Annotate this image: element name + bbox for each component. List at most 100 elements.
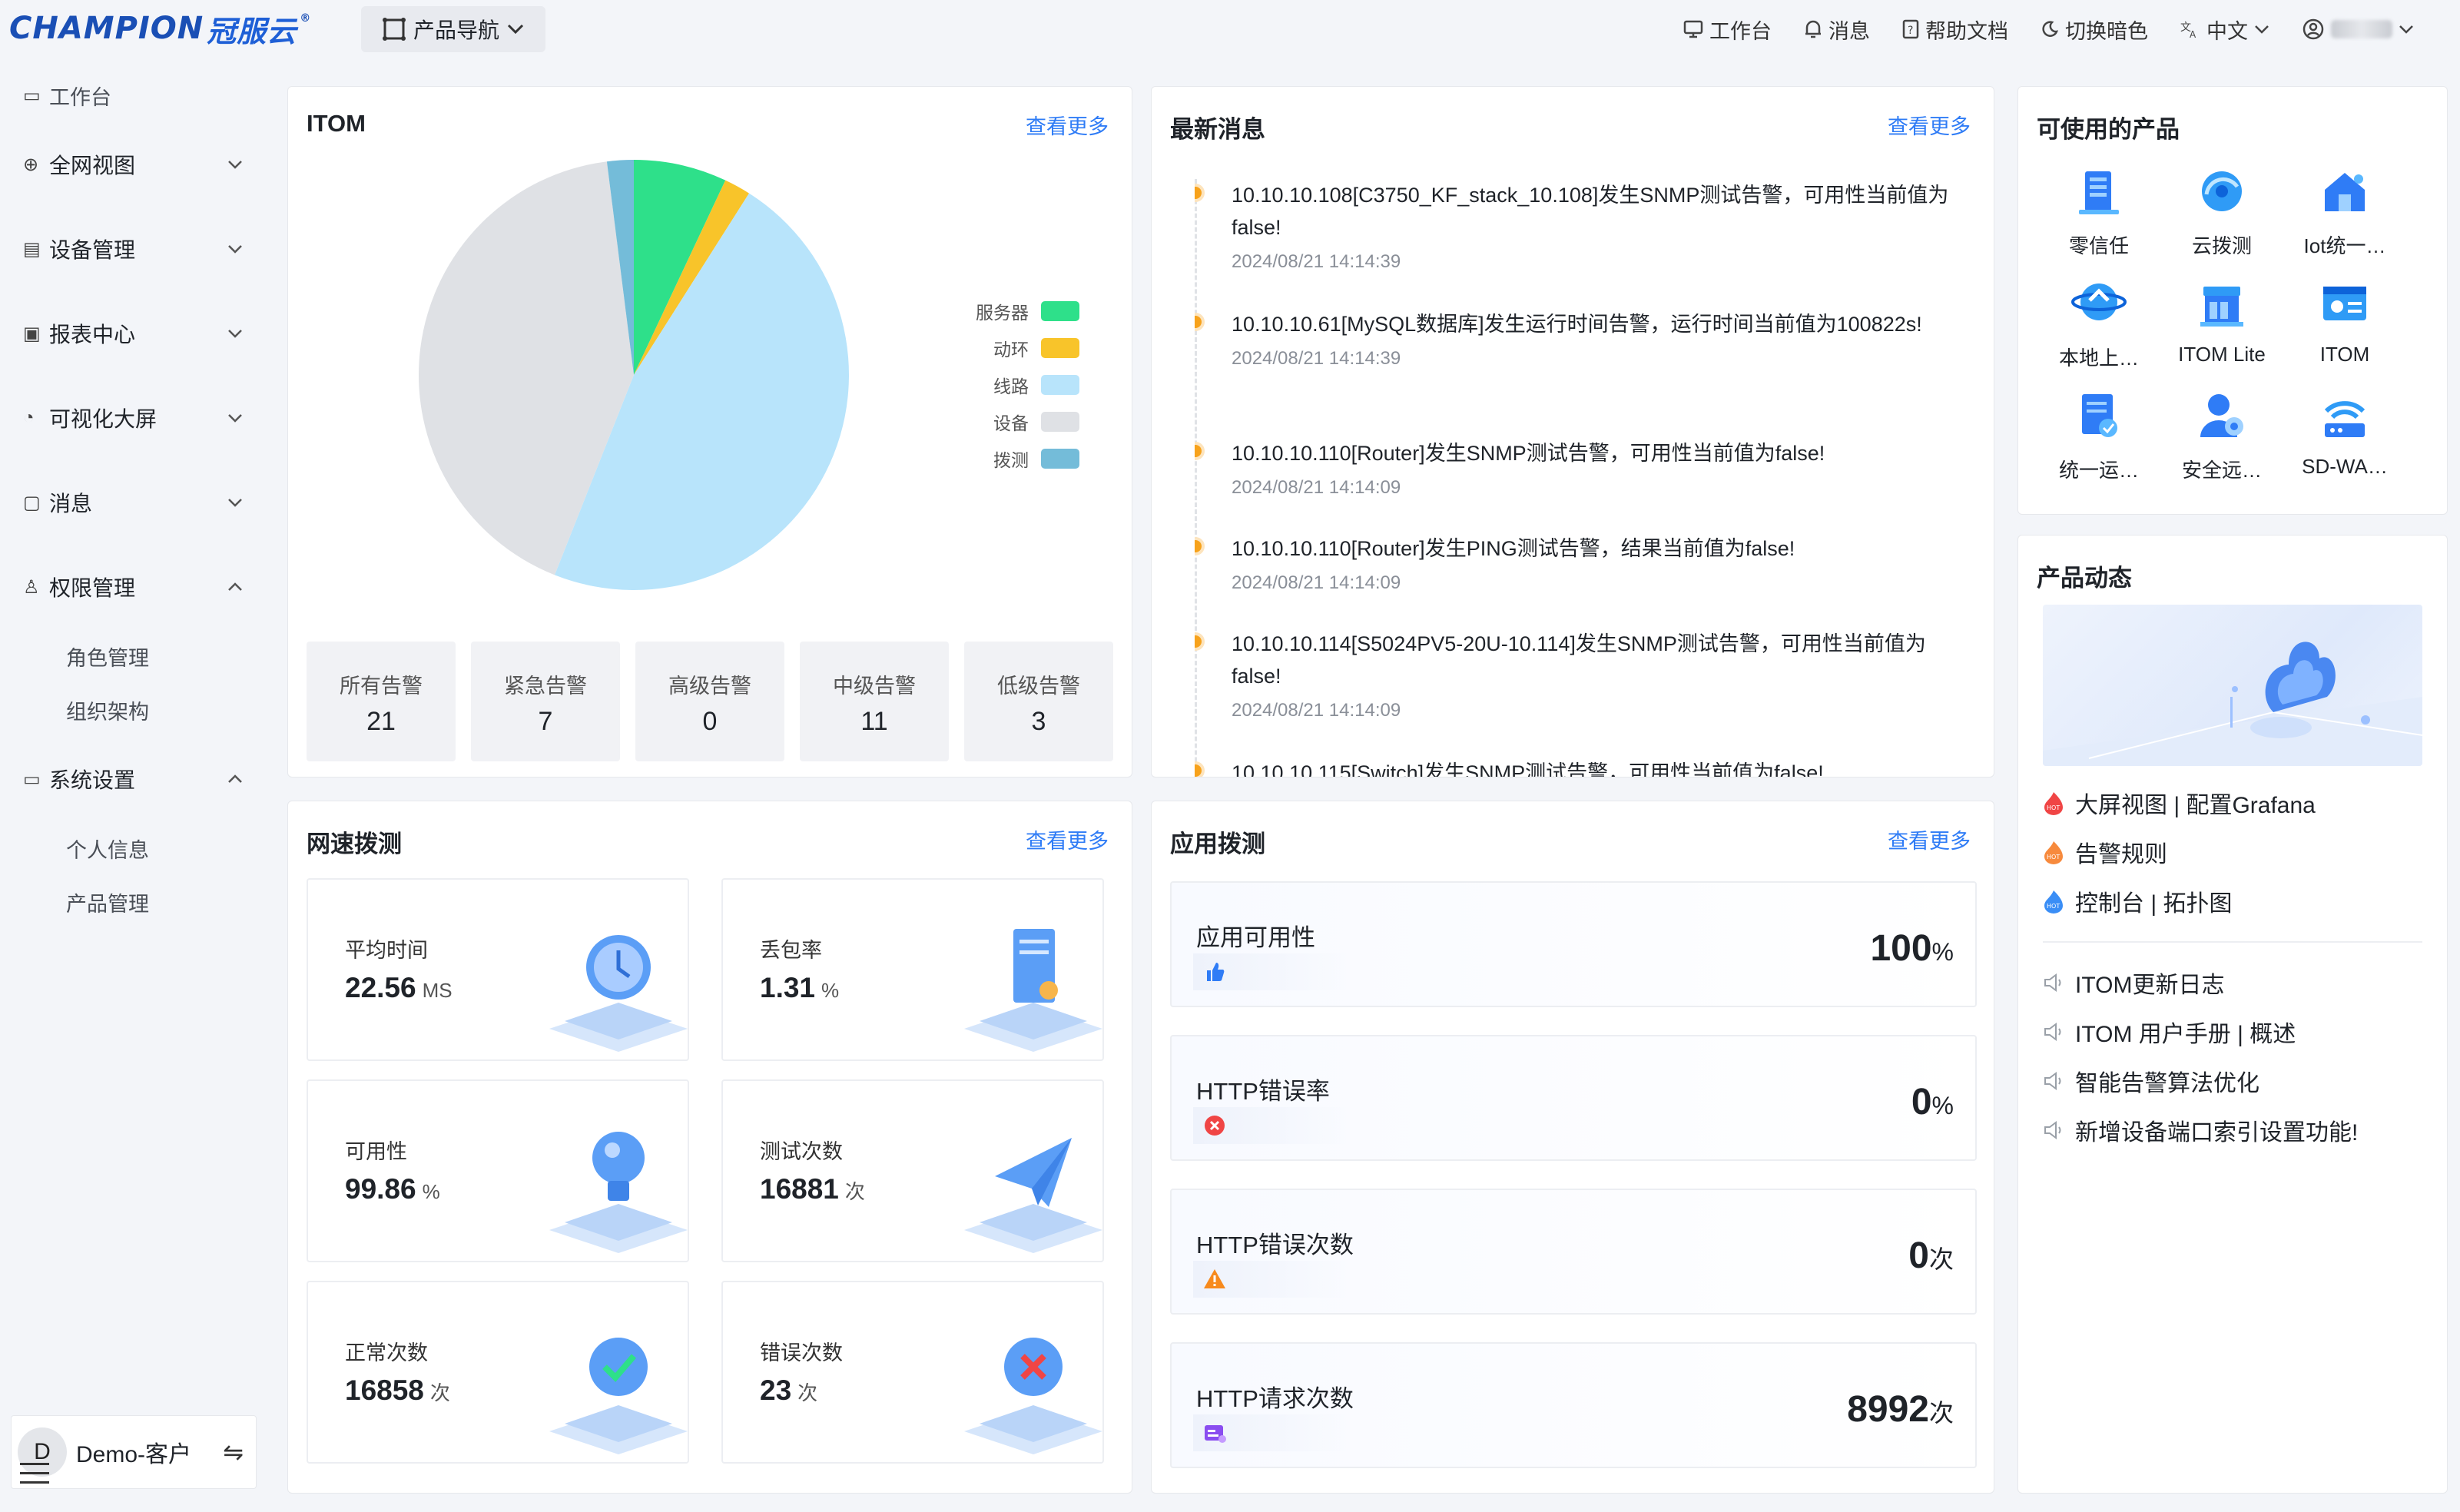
hot-fire-icon: HOT (2044, 841, 2063, 864)
request-card-icon (1205, 1425, 1226, 1443)
sidebar-item-messages[interactable]: ▢ 消息 (23, 479, 246, 526)
product-cloud-probe[interactable]: 云拨测 (2157, 164, 2287, 264)
message-item[interactable]: 10.10.10.110[Router]发生PING测试告警，结果当前值为fal… (1195, 532, 1963, 594)
stat-test-count[interactable]: 测试次数 16881 次 (721, 1079, 1104, 1262)
sidebar-item-report-center[interactable]: ▣ 报表中心 (23, 310, 246, 356)
news-notice-item[interactable]: 智能告警算法优化 (2043, 1064, 2259, 1098)
app-probe-view-more-link[interactable]: 查看更多 (1888, 824, 1971, 854)
http-error-rate-card[interactable]: HTTP错误率 0% (1170, 1035, 1977, 1161)
product-nav-button[interactable]: 产品导航 (361, 6, 545, 52)
zero-trust-icon (2079, 171, 2119, 214)
product-itom[interactable]: ITOM (2279, 276, 2410, 376)
news-notice-item[interactable]: ITOM 用户手册 | 概述 (2043, 1015, 2296, 1049)
header-workbench-link[interactable]: 工作台 (1683, 15, 1772, 45)
alarm-medium[interactable]: 中级告警 11 (800, 642, 949, 761)
alarm-value: 11 (860, 707, 888, 736)
alarm-label: 高级告警 (668, 675, 751, 698)
stat-availability[interactable]: 可用性 99.86% (307, 1079, 689, 1262)
header-user-menu[interactable] (2302, 18, 2414, 41)
message-item[interactable]: 10.10.10.108[C3750_KF_stack_10.108]发生SNM… (1195, 179, 1963, 273)
itom-view-more-link[interactable]: 查看更多 (1026, 110, 1109, 140)
message-time: 2024/08/21 14:14:39 (1232, 348, 1401, 369)
alarm-all[interactable]: 所有告警 21 (307, 642, 456, 761)
sidebar-item-permissions[interactable]: ♙ 权限管理 (23, 564, 246, 610)
news-hot-item[interactable]: HOT 大屏视图 | 配置Grafana (2043, 786, 2316, 820)
messages-view-more-link[interactable]: 查看更多 (1888, 110, 1971, 140)
sidebar-item-system-settings[interactable]: ▭ 系统设置 (23, 756, 246, 802)
champion-logo[interactable]: CHAMPION 冠服云 ® (9, 11, 311, 48)
header-help-link[interactable]: ? 帮助文档 (1902, 15, 2008, 45)
news-hot-item[interactable]: HOT 控制台 | 拓扑图 (2043, 884, 2232, 918)
available-products-title: 可使用的产品 (2037, 116, 2180, 143)
app-probe-number: 0 (1908, 1235, 1929, 1276)
itom-pie-chart (419, 160, 849, 590)
legend-item-probe[interactable]: 拨测 (956, 440, 1079, 477)
message-text: 10.10.10.61[MySQL数据库]发生运行时间告警，运行时间当前值为10… (1232, 313, 1922, 336)
alarm-value: 7 (538, 707, 553, 736)
product-news-banner[interactable] (2043, 605, 2422, 766)
stat-number: 23 (760, 1374, 792, 1406)
product-unified-ops[interactable]: 统一运… (2034, 388, 2164, 488)
header-dark-mode-toggle[interactable]: 切换暗色 (2041, 15, 2148, 45)
message-item[interactable]: 10.10.10.114[S5024PV5-20U-10.114]发生SNMP测… (1195, 628, 1963, 721)
messages-card-title: 最新消息 (1170, 116, 1265, 143)
stat-normal-count[interactable]: 正常次数 16858 次 (307, 1281, 689, 1464)
legend-item-line[interactable]: 线路 (956, 366, 1079, 403)
message-item[interactable]: 10.10.10.110[Router]发生SNMP测试告警，可用性当前值为fa… (1195, 437, 1963, 499)
product-secure-remote[interactable]: 安全远… (2157, 388, 2287, 488)
menu-collapse-icon[interactable] (20, 1463, 49, 1486)
message-item[interactable]: 10.10.10.61[MySQL数据库]发生运行时间告警，运行时间当前值为10… (1195, 308, 1963, 370)
sidebar-item-org-structure[interactable]: 组织架构 (66, 687, 289, 733)
itom-card: ITOM 查看更多 服务器 动环 线路 设备 拨测 所有告警 21 紧急告警 7… (287, 86, 1132, 778)
product-local-upload[interactable]: 本地上… (2034, 276, 2164, 376)
sidebar-item-device-management[interactable]: ▤ 设备管理 (23, 226, 246, 272)
product-sdwan[interactable]: SD-WA… (2279, 388, 2410, 488)
sidebar-item-network-view[interactable]: ⊕ 全网视图 (23, 141, 246, 187)
switch-account-icon[interactable]: ⇋ (223, 1437, 244, 1467)
product-zero-trust[interactable]: 零信任 (2034, 164, 2164, 264)
sidebar-item-workbench[interactable]: ▭ 工作台 (23, 72, 246, 118)
product-itom-lite[interactable]: ITOM Lite (2157, 276, 2287, 376)
app-probe-value: 8992次 (1847, 1388, 1954, 1431)
sidebar-item-personal-info[interactable]: 个人信息 (66, 825, 289, 871)
legend-item-device[interactable]: 设备 (956, 403, 1079, 440)
app-probe-number: 0 (1911, 1082, 1932, 1122)
stat-number: 22.56 (345, 972, 416, 1003)
product-label: 安全远… (2181, 459, 2262, 482)
http-request-count-card[interactable]: HTTP请求次数 8992次 (1170, 1342, 1977, 1468)
news-hot-item[interactable]: HOT 告警规则 (2043, 835, 2167, 869)
settings-window-icon: ▭ (23, 768, 41, 790)
sidebar-item-product-management[interactable]: 产品管理 (66, 879, 289, 925)
product-label: 本地上… (2058, 346, 2139, 370)
stat-error-count[interactable]: 错误次数 23 次 (721, 1281, 1104, 1464)
legend-label: 设备 (993, 413, 1029, 433)
logo-cn-text: 冠服云 (207, 14, 297, 48)
product-iot[interactable]: Iot统一… (2279, 164, 2410, 264)
alarm-low[interactable]: 低级告警 3 (964, 642, 1113, 761)
stat-number: 99.86 (345, 1173, 416, 1205)
alarm-urgent[interactable]: 紧急告警 7 (471, 642, 620, 761)
document-illustration-icon (964, 929, 1102, 1052)
network-probe-view-more-link[interactable]: 查看更多 (1026, 824, 1109, 854)
chevron-up-icon (228, 774, 242, 783)
sidebar-item-visual-screen[interactable]: ◔ 可视化大屏 (23, 395, 246, 441)
stat-avg-time[interactable]: 平均时间 22.56 MS (307, 878, 689, 1061)
header-message-label: 消息 (1828, 19, 1870, 43)
pie-legend: 服务器 动环 线路 设备 拨测 (956, 293, 1079, 477)
http-error-count-card[interactable]: HTTP错误次数 0次 (1170, 1189, 1977, 1315)
app-availability-card[interactable]: 应用可用性 100% (1170, 881, 1977, 1007)
legend-item-power-env[interactable]: 动环 (956, 330, 1079, 366)
header-language-select[interactable]: 文A 中文 (2180, 15, 2269, 45)
alarm-high[interactable]: 高级告警 0 (635, 642, 784, 761)
news-text: 控制台 | 拓扑图 (2075, 891, 2233, 917)
sidebar-item-role-management[interactable]: 角色管理 (66, 633, 289, 679)
svg-text:A: A (2190, 29, 2196, 38)
header-message-link[interactable]: 消息 (1804, 15, 1870, 45)
news-notice-item[interactable]: ITOM更新日志 (2043, 966, 2224, 1000)
news-notice-item[interactable]: 新增设备端口索引设置功能! (2043, 1113, 2358, 1147)
stat-packet-loss[interactable]: 丢包率 1.31% (721, 878, 1104, 1061)
app-probe-value: 0% (1911, 1081, 1954, 1123)
message-item[interactable]: 10.10.10.115[Switch]发生SNMP测试告警，可用性当前值为fa… (1195, 757, 1963, 777)
legend-item-server[interactable]: 服务器 (956, 293, 1079, 330)
legend-label: 动环 (993, 340, 1029, 360)
